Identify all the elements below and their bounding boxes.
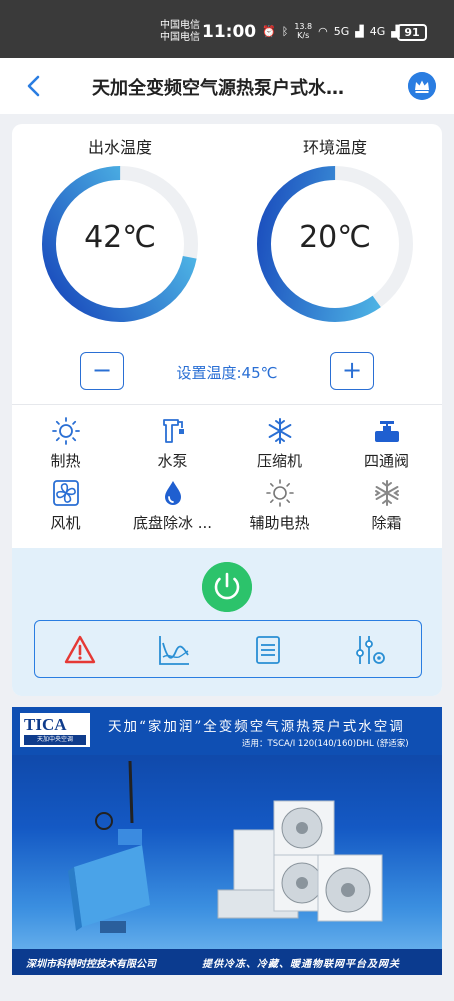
bluetooth-icon: ᛒ (281, 24, 289, 38)
sun-icon (51, 417, 80, 445)
brand-logo: TICA 天加中央空调 (20, 713, 90, 747)
signal-5g: 5G (333, 24, 350, 38)
gauge-ring: 42℃ (40, 164, 200, 324)
alarm-icon: ⏰ (262, 24, 276, 38)
banner-footer: 深圳市科特时控技术有限公司 提供冷冻、冷藏、暖通物联网平台及网关 (12, 949, 442, 975)
sun-icon (265, 479, 294, 507)
feature-four-way-valve[interactable]: 四通阀 (333, 416, 440, 476)
water-drop-icon (164, 481, 181, 505)
feature-label: 底盘除冰 ... (132, 514, 213, 532)
power-button[interactable] (202, 562, 252, 612)
defrost-icon (374, 480, 399, 506)
gauge-label: 出水温度 (87, 138, 152, 157)
list-icon[interactable] (251, 633, 285, 667)
back-arrow-icon[interactable] (20, 72, 48, 100)
crown-icon[interactable] (408, 72, 436, 100)
carrier-1: 中国电信 (160, 20, 200, 31)
increase-temp-button[interactable]: + (330, 352, 374, 390)
feature-label: 压缩机 (256, 452, 302, 470)
battery-indicator: 91 (397, 24, 427, 41)
feature-aux-electric-heat[interactable]: 辅助电热 (226, 478, 333, 538)
carrier-2: 中国电信 (160, 32, 200, 43)
ambient-temp-gauge: 环境温度 20℃ (255, 134, 415, 324)
gauge-ring: 20℃ (255, 164, 415, 324)
feature-defrost[interactable]: 除霜 (333, 478, 440, 538)
page-title: 天加全变频空气源热泵户式水… (92, 78, 344, 99)
app-header: 天加全变频空气源热泵户式水… (0, 58, 454, 114)
banner-title: 天加“家加润”全变频空气源热泵户式水空调 (108, 719, 405, 735)
logo-text: TICA (24, 715, 67, 734)
gauge-value: 42℃ (84, 220, 156, 255)
feature-label: 四通阀 (363, 452, 409, 470)
feature-label: 水泵 (157, 452, 188, 470)
net-speed: 13.8 K/s (294, 22, 313, 40)
warning-icon[interactable] (63, 633, 97, 667)
heat-pump-units (217, 800, 383, 922)
feature-fan[interactable]: 风机 (12, 478, 119, 538)
feature-chassis-deicing[interactable]: 底盘除冰 ... (119, 478, 226, 538)
fan-icon (52, 480, 79, 506)
device-status-card: 出水温度 42℃ 环境温度 20℃ − 设置温度:45℃ + 制热 水泵 压缩机… (12, 124, 442, 696)
feature-label: 风机 (50, 514, 81, 532)
signal-4g: 4G (369, 24, 386, 38)
outlet-temp-gauge: 出水温度 42℃ (40, 134, 200, 324)
chart-curve-icon[interactable] (157, 633, 191, 667)
banner-model: 适用：TSCA/I 120(140/160)DHL (舒适家) (242, 739, 409, 749)
status-icons: ⏰ ᛒ 13.8 K/s ◠ 5G ▟ 4G ▟ (262, 22, 400, 40)
gauge-label: 环境温度 (302, 138, 367, 157)
control-panel (12, 548, 442, 696)
gauge-value: 20℃ (299, 220, 371, 255)
carrier-names: 中国电信 中国电信 (160, 20, 200, 44)
banner-header: TICA 天加中央空调 天加“家加润”全变频空气源热泵户式水空调 适用：TSCA… (12, 707, 442, 755)
product-illustration (68, 760, 383, 933)
feature-compressor[interactable]: 压缩机 (226, 416, 333, 476)
settings-sliders-icon[interactable] (353, 633, 387, 667)
logo-subtext: 天加中央空调 (24, 735, 86, 745)
wifi-icon: ◠ (318, 24, 328, 38)
feature-water-pump[interactable]: 水泵 (119, 416, 226, 476)
signal-bars-icon: ▟ (355, 24, 364, 38)
snowflake-icon (268, 418, 291, 444)
feature-label: 辅助电热 (249, 514, 310, 532)
setpoint-text: 设置温度:45℃ (176, 364, 278, 382)
company-slogan: 提供冷冻、冷藏、暖通物联网平台及网关 (202, 959, 400, 970)
company-name: 深圳市科特时控技术有限公司 (26, 959, 156, 970)
setpoint-row: − 设置温度:45℃ + (12, 352, 442, 392)
product-banner[interactable]: TICA 天加中央空调 天加“家加润”全变频空气源热泵户式水空调 适用：TSCA… (12, 707, 442, 975)
valve-icon (374, 421, 399, 442)
feature-label: 除霜 (371, 514, 402, 532)
feature-heating[interactable]: 制热 (12, 416, 119, 476)
function-toolbar (34, 620, 422, 678)
clock: 11:00 (202, 22, 257, 42)
status-bar: 中国电信 中国电信 11:00 ⏰ ᛒ 13.8 K/s ◠ 5G ▟ 4G ▟ … (0, 0, 454, 58)
feature-label: 制热 (50, 452, 81, 470)
divider (12, 404, 442, 405)
iot-gateway-device (68, 829, 150, 933)
pump-icon (162, 419, 184, 443)
